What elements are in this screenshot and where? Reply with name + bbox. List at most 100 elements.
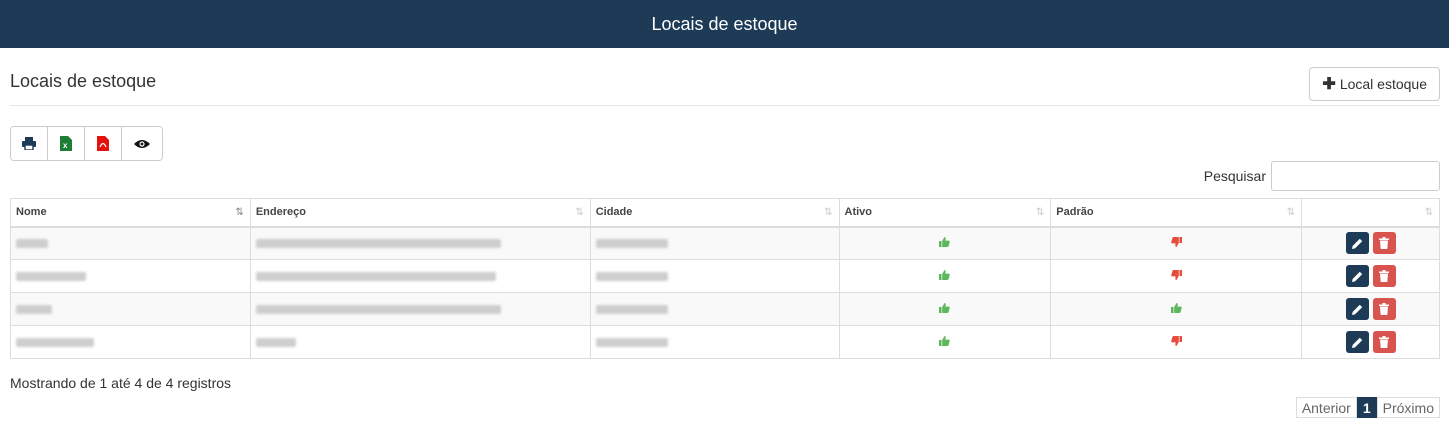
pencil-icon (1351, 337, 1362, 348)
cell-ativo (838, 226, 1052, 260)
thumbs-down-icon (1170, 269, 1182, 280)
top-bar: Locais de estoque (0, 0, 1449, 48)
print-icon (22, 137, 36, 150)
column-header-ativo[interactable]: Ativo ⇅ (838, 198, 1052, 228)
cell-ativo (838, 292, 1052, 326)
cell-nome (10, 226, 251, 260)
delete-button[interactable] (1372, 331, 1396, 353)
column-header-actions[interactable]: ⇅ (1301, 198, 1440, 228)
sort-icon: ⇅ (1286, 207, 1296, 218)
trash-icon (1379, 270, 1390, 282)
thumbs-down-icon (1170, 236, 1182, 247)
print-button[interactable] (11, 127, 48, 160)
pdf-export-button[interactable] (85, 127, 122, 160)
redacted-text (16, 337, 94, 347)
pencil-icon (1351, 271, 1362, 282)
export-button-group: x (10, 126, 163, 161)
pdf-icon (97, 136, 109, 151)
search-label: Pesquisar (1203, 168, 1266, 184)
cell-ativo (838, 325, 1052, 359)
excel-icon: x (60, 136, 72, 151)
delete-button[interactable] (1372, 298, 1396, 320)
redacted-text (16, 304, 52, 314)
svg-text:x: x (63, 141, 68, 150)
cell-actions (1301, 292, 1440, 326)
excel-export-button[interactable]: x (48, 127, 85, 160)
column-header-padrao[interactable]: Padrão ⇅ (1050, 198, 1303, 228)
redacted-text (16, 271, 86, 281)
cell-actions (1301, 259, 1440, 293)
edit-button[interactable] (1345, 331, 1369, 353)
page-title: Locais de estoque (10, 71, 157, 91)
cell-endereco (249, 325, 591, 359)
cell-nome (10, 259, 251, 293)
cell-padrao (1050, 292, 1303, 326)
redacted-text (595, 337, 668, 347)
cell-cidade (589, 325, 840, 359)
edit-button[interactable] (1345, 232, 1369, 255)
column-visibility-button[interactable] (122, 127, 162, 160)
cell-cidade (589, 259, 840, 293)
sort-asc-icon: ⇅ (235, 207, 244, 218)
main-content: Locais de estoque ✚ Local estoque x Pesq… (0, 48, 1449, 418)
cell-ativo (838, 259, 1052, 293)
sort-icon: ⇅ (824, 207, 833, 218)
thumbs-down-icon (1170, 335, 1182, 346)
trash-icon (1379, 237, 1390, 250)
cell-cidade (589, 226, 840, 260)
redacted-text (595, 238, 668, 248)
column-header-nome[interactable]: Nome ⇅ (10, 198, 251, 228)
redacted-text (255, 304, 501, 314)
pencil-icon (1351, 304, 1362, 315)
cell-padrao (1050, 226, 1303, 260)
eye-icon (134, 139, 150, 148)
thumbs-up-icon (939, 302, 951, 313)
stock-locations-table: Nome ⇅ Endereço ⇅ Cidade ⇅ Ativo ⇅ Padrão ⇅ ⇅ (10, 198, 1440, 359)
sort-icon: ⇅ (1035, 207, 1045, 218)
search-input[interactable] (1271, 161, 1440, 191)
cell-padrao (1050, 259, 1303, 293)
thumbs-up-icon (1170, 302, 1182, 313)
cell-cidade (589, 292, 840, 326)
cell-endereco (249, 226, 591, 260)
sort-icon: ⇅ (1424, 207, 1433, 218)
pagination-prev[interactable]: Anterior (1295, 397, 1357, 418)
redacted-text (255, 271, 496, 281)
cell-padrao (1050, 325, 1303, 359)
pagination: Anterior 1 Próximo (1295, 397, 1440, 418)
table-header-row: Nome ⇅ Endereço ⇅ Cidade ⇅ Ativo ⇅ Padrão ⇅ ⇅ (10, 198, 1440, 228)
thumbs-up-icon (939, 236, 951, 247)
redacted-text (16, 238, 48, 248)
column-header-cidade[interactable]: Cidade ⇅ (589, 198, 840, 228)
edit-button[interactable] (1345, 298, 1369, 320)
table-row (10, 325, 1440, 359)
pagination-page-1[interactable]: 1 (1356, 397, 1377, 418)
redacted-text (595, 304, 668, 314)
delete-button[interactable] (1372, 265, 1396, 287)
sort-icon: ⇅ (575, 207, 584, 218)
cell-actions (1301, 325, 1440, 359)
trash-icon (1379, 303, 1390, 315)
search-row: Pesquisar (10, 161, 1440, 191)
cell-actions (1301, 226, 1440, 260)
pencil-icon (1351, 238, 1362, 249)
add-local-estoque-button[interactable]: ✚ Local estoque (1309, 66, 1440, 101)
pagination-next[interactable]: Próximo (1376, 397, 1440, 418)
redacted-text (595, 271, 668, 281)
cell-endereco (249, 292, 591, 326)
redacted-text (255, 238, 501, 248)
cell-nome (10, 325, 251, 359)
table-row (10, 226, 1440, 260)
trash-icon (1379, 336, 1390, 348)
delete-button[interactable] (1372, 232, 1396, 255)
table-row (10, 292, 1440, 326)
redacted-text (255, 337, 296, 347)
cell-nome (10, 292, 251, 326)
thumbs-up-icon (939, 335, 951, 346)
column-header-endereco[interactable]: Endereço ⇅ (249, 198, 591, 228)
plus-icon: ✚ (1322, 75, 1336, 93)
table-info: Mostrando de 1 até 4 de 4 registros (10, 375, 232, 391)
add-button-label: Local estoque (1339, 75, 1427, 92)
cell-endereco (249, 259, 591, 293)
edit-button[interactable] (1345, 265, 1369, 287)
